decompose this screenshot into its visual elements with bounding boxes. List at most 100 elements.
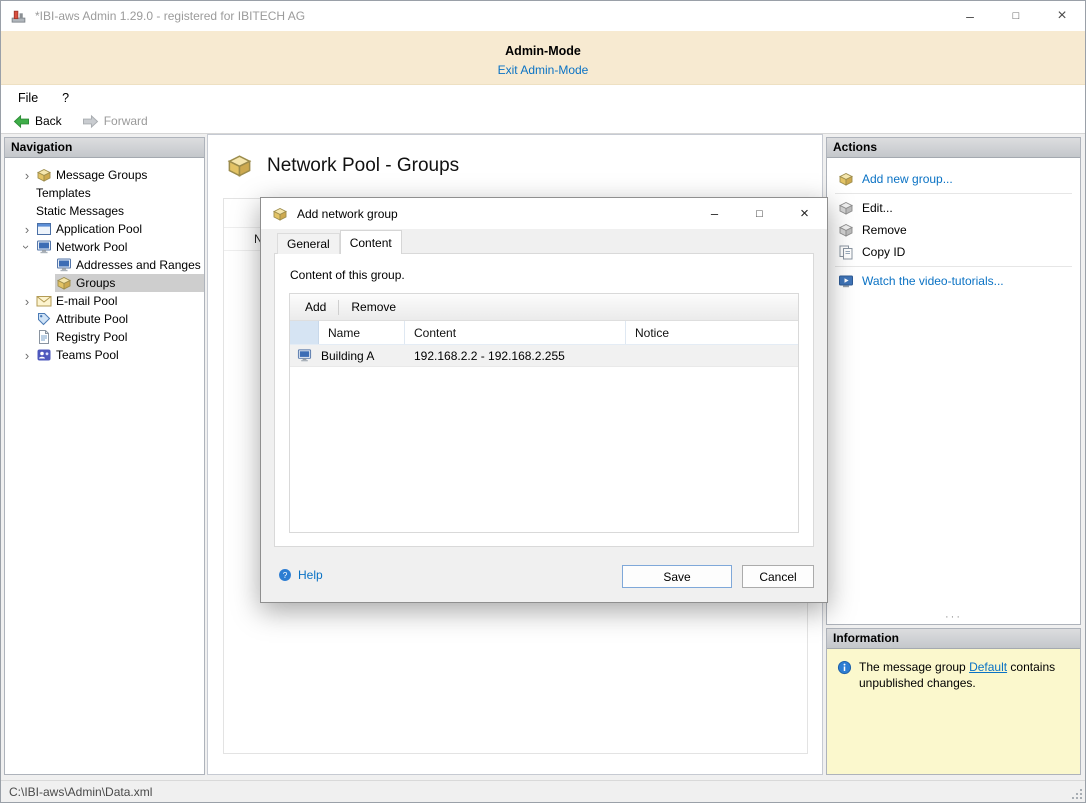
navigation-header: Navigation: [5, 138, 204, 158]
dialog-minimize-button[interactable]: –: [692, 198, 737, 229]
dialog-title: Add network group: [297, 206, 398, 221]
dialog-window-controls: – □ ×: [692, 198, 827, 229]
nav-item-registry-pool[interactable]: Registry Pool: [5, 328, 204, 346]
nav-item-application-pool[interactable]: › Application Pool: [5, 220, 204, 238]
nav-item-network-pool[interactable]: › Network Pool: [5, 238, 204, 256]
table-row[interactable]: Building A 192.168.2.2 - 192.168.2.255: [290, 345, 798, 367]
dialog-titlebar: Add network group – □ ×: [261, 198, 827, 229]
remove-group-icon: [838, 222, 854, 238]
table-header-row: Name Content Notice: [290, 321, 798, 345]
column-header-name[interactable]: Name: [319, 321, 405, 344]
column-header-icon[interactable]: [290, 321, 319, 344]
chevron-right-icon[interactable]: ›: [19, 167, 35, 183]
network-range-icon: [297, 348, 312, 363]
back-button[interactable]: Back: [13, 114, 62, 129]
divider: [835, 193, 1072, 194]
chevron-down-icon[interactable]: ›: [19, 239, 35, 255]
nav-item-email-pool[interactable]: › E-mail Pool: [5, 292, 204, 310]
registry-pool-icon: [36, 329, 52, 345]
nav-item-static-messages[interactable]: Static Messages: [5, 202, 204, 220]
dialog-footer: Help Save Cancel: [274, 565, 814, 589]
information-header: Information: [827, 629, 1080, 649]
help-link[interactable]: Help: [278, 568, 323, 582]
dialog-icon: [272, 206, 288, 222]
action-watch-video-tutorials[interactable]: Watch the video-tutorials...: [827, 270, 1080, 292]
information-panel: Information The message group Default co…: [826, 628, 1081, 775]
splitter-gripper[interactable]: ···: [827, 611, 1080, 624]
dialog-maximize-button[interactable]: □: [737, 198, 782, 229]
close-button[interactable]: ×: [1039, 1, 1085, 31]
tab-general[interactable]: General: [277, 233, 340, 254]
list-toolbar: Add Remove: [290, 294, 798, 321]
page-heading: Network Pool - Groups: [208, 135, 822, 179]
groups-icon: [56, 275, 72, 291]
menu-file[interactable]: File: [18, 91, 38, 105]
exit-admin-mode-link[interactable]: Exit Admin-Mode: [498, 63, 589, 77]
row-notice-cell: [626, 345, 798, 366]
admin-mode-banner: Admin-Mode Exit Admin-Mode: [1, 31, 1085, 85]
nav-item-addresses-and-ranges[interactable]: Addresses and Ranges: [5, 256, 204, 274]
network-pool-icon: [36, 239, 52, 255]
remove-button[interactable]: Remove: [340, 296, 407, 318]
nav-item-attribute-pool[interactable]: Attribute Pool: [5, 310, 204, 328]
action-copy-id[interactable]: Copy ID: [827, 241, 1080, 263]
forward-label: Forward: [103, 114, 148, 128]
add-group-icon: [838, 171, 854, 187]
default-message-group-link[interactable]: Default: [969, 660, 1007, 674]
video-tutorials-icon: [838, 273, 854, 289]
row-content-cell: 192.168.2.2 - 192.168.2.255: [414, 348, 565, 363]
app-icon: [10, 8, 27, 25]
cancel-button[interactable]: Cancel: [742, 565, 814, 588]
menu-help[interactable]: ?: [62, 91, 69, 105]
addresses-icon: [56, 257, 72, 273]
actions-list: Add new group... Edit... Remove Copy ID: [827, 158, 1080, 292]
forward-button[interactable]: Forward: [82, 114, 148, 129]
window-title: *IBI-aws Admin 1.29.0 - registered for I…: [35, 9, 306, 23]
column-header-notice[interactable]: Notice: [626, 321, 798, 344]
information-body: The message group Default contains unpub…: [827, 649, 1080, 774]
tab-content[interactable]: Content: [339, 230, 402, 254]
action-add-new-group[interactable]: Add new group...: [827, 168, 1080, 190]
resize-grip-icon[interactable]: [1071, 788, 1083, 800]
action-remove[interactable]: Remove: [827, 219, 1080, 241]
actions-panel: Actions Add new group... Edit... Remove: [826, 137, 1081, 625]
dialog-close-button[interactable]: ×: [782, 198, 827, 229]
save-button[interactable]: Save: [622, 565, 732, 588]
menubar: File ?: [1, 86, 1085, 109]
divider: [835, 266, 1072, 267]
forward-arrow-icon: [82, 114, 99, 129]
maximize-button[interactable]: □: [993, 1, 1039, 31]
attribute-pool-icon: [36, 311, 52, 327]
network-groups-icon: [226, 152, 253, 179]
copy-id-icon: [838, 244, 854, 260]
edit-group-icon: [838, 200, 854, 216]
back-label: Back: [35, 114, 62, 128]
add-network-group-dialog: Add network group – □ × General Content …: [260, 197, 828, 603]
chevron-right-icon[interactable]: ›: [19, 347, 35, 363]
row-icon-cell: [290, 345, 319, 366]
nav-item-teams-pool[interactable]: › Teams Pool: [5, 346, 204, 364]
add-button[interactable]: Add: [294, 296, 337, 318]
help-icon: [278, 568, 292, 582]
chevron-right-icon[interactable]: ›: [19, 293, 35, 309]
nav-item-message-groups[interactable]: › Message Groups: [5, 166, 204, 184]
nav-item-templates[interactable]: Templates: [5, 184, 204, 202]
titlebar: *IBI-aws Admin 1.29.0 - registered for I…: [1, 1, 1085, 31]
dialog-tabs: General Content: [261, 229, 827, 254]
message-groups-icon: [36, 167, 52, 183]
page-title: Network Pool - Groups: [267, 154, 460, 176]
teams-pool-icon: [36, 347, 52, 363]
column-header-content[interactable]: Content: [405, 321, 626, 344]
chevron-right-icon[interactable]: ›: [19, 221, 35, 237]
navigation-panel: Navigation › Message Groups Templates St…: [4, 137, 205, 775]
minimize-button[interactable]: –: [947, 1, 993, 31]
back-arrow-icon: [13, 114, 30, 129]
app-window: ? *IBI-aws Adm: [0, 0, 1086, 803]
action-edit[interactable]: Edit...: [827, 197, 1080, 219]
admin-mode-title: Admin-Mode: [505, 44, 581, 58]
nav-toolbar: Back Forward: [1, 109, 1085, 134]
window-controls: – □ ×: [947, 1, 1085, 31]
status-path: C:\IBI-aws\Admin\Data.xml: [9, 784, 153, 799]
nav-item-groups[interactable]: Groups: [5, 274, 204, 292]
application-pool-icon: [36, 221, 52, 237]
